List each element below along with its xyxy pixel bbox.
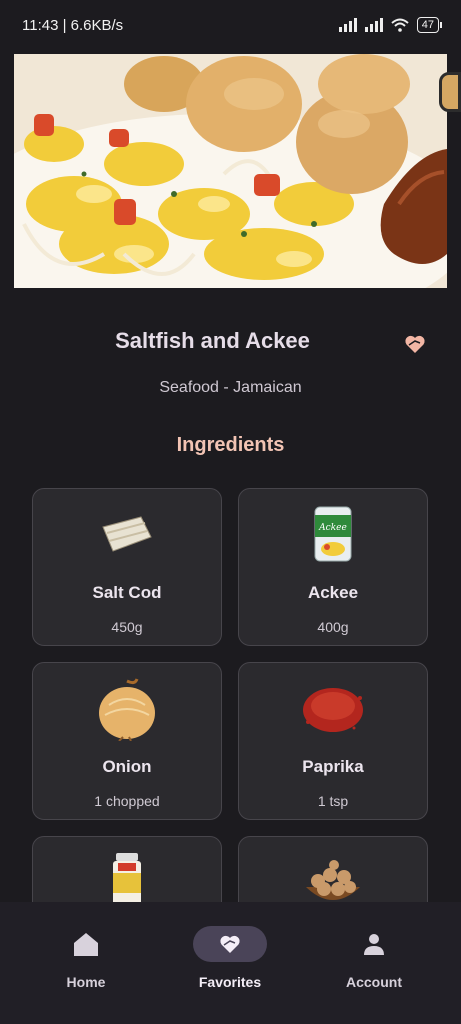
ingredient-card-salt-cod[interactable]: Salt Cod 450g [32, 488, 222, 646]
nav-home-label: Home [66, 974, 106, 990]
ingredient-quantity: 450g [111, 619, 143, 635]
signal-icon-2 [364, 18, 383, 32]
curry-jar-image [33, 851, 221, 902]
nav-account[interactable]: Account [314, 926, 434, 990]
recipe-title: Saltfish and Ackee [115, 328, 310, 353]
bottom-navigation: Home Favorites Account [0, 902, 461, 1024]
nav-favorites[interactable]: Favorites [170, 926, 290, 990]
ingredients-grid: Salt Cod 450g Ackee Ackee 400g Onion 1 c… [0, 486, 461, 902]
status-bar: 11:43 | 6.6KB/s 47 [0, 0, 461, 50]
edge-handle[interactable] [439, 72, 461, 112]
ingredient-card-paprika[interactable]: Paprika 1 tsp [238, 662, 428, 820]
ingredient-name: Paprika [302, 757, 364, 776]
ingredient-name: Onion [102, 757, 152, 776]
ingredient-quantity: 1 tsp [317, 793, 349, 809]
onion-image [33, 677, 221, 741]
heart-icon [405, 335, 425, 353]
ingredient-quantity: 1 chopped [94, 793, 160, 809]
ingredient-card-curry[interactable] [32, 836, 222, 902]
ingredient-name: Ackee [307, 583, 359, 602]
nuts-bowl-image [239, 851, 427, 902]
ingredient-card-onion[interactable]: Onion 1 chopped [32, 662, 222, 820]
ingredient-card-nuts[interactable] [238, 836, 428, 902]
recipe-hero-image [14, 54, 447, 288]
home-icon [74, 933, 98, 956]
recipe-category: Seafood - Jamaican [159, 379, 302, 396]
ingredients-heading: Ingredients [176, 434, 285, 456]
signal-icon [338, 18, 357, 32]
heart-icon [220, 935, 240, 953]
ingredient-quantity: 400g [317, 619, 349, 635]
svg-text:Ackee: Ackee [318, 523, 347, 533]
wifi-icon [391, 18, 409, 32]
favorite-heart-button[interactable] [403, 332, 427, 356]
ingredient-card-ackee[interactable]: Ackee Ackee 400g [238, 488, 428, 646]
battery-indicator: 47 [416, 17, 443, 33]
status-time: 11:43 | 6.6KB/s [22, 16, 124, 34]
ackee-can-image: Ackee [239, 503, 427, 565]
nav-home[interactable]: Home [26, 926, 146, 990]
nav-favorites-label: Favorites [198, 974, 262, 990]
salt-cod-image [33, 503, 221, 565]
paprika-image [239, 677, 427, 739]
ingredient-name: Salt Cod [92, 583, 162, 602]
account-icon [364, 934, 384, 955]
nav-account-label: Account [346, 974, 402, 990]
